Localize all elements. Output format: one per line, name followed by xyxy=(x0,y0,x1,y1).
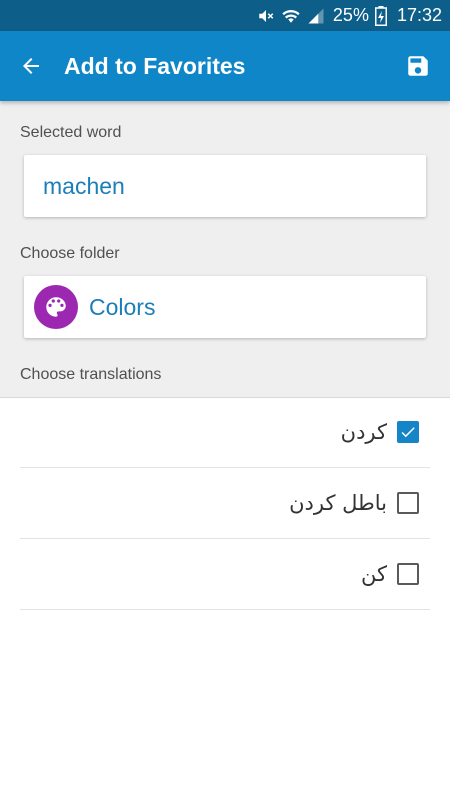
translation-text: کن xyxy=(361,562,387,586)
selected-word-input[interactable] xyxy=(24,171,415,201)
page-title: Add to Favorites xyxy=(64,52,246,79)
checkbox[interactable] xyxy=(397,492,419,514)
battery-percent: 25% xyxy=(332,5,369,25)
selected-word-card xyxy=(24,155,426,217)
checkbox[interactable] xyxy=(397,563,419,585)
selected-word-label: Selected word xyxy=(20,124,122,141)
save-button[interactable] xyxy=(403,51,433,81)
muted-icon xyxy=(257,7,275,25)
battery-charging-icon xyxy=(374,5,387,26)
word-details-panel: Selected word Choose folder Colors Choos… xyxy=(0,101,450,398)
back-button[interactable] xyxy=(16,51,46,81)
signal-icon xyxy=(307,7,325,25)
translations-list: کردن باطل کردن کن xyxy=(0,397,450,610)
translation-text: باطل کردن xyxy=(289,491,387,515)
choose-folder-label: Choose folder xyxy=(20,245,120,262)
translation-item[interactable]: باطل کردن xyxy=(20,468,430,539)
checkmark-icon xyxy=(401,427,415,438)
clock: 17:32 xyxy=(396,5,442,25)
translation-item[interactable]: کردن xyxy=(20,397,430,468)
folder-name: Colors xyxy=(89,293,156,320)
checkbox-checked[interactable] xyxy=(397,421,419,443)
save-icon xyxy=(408,56,428,76)
app-bar: Add to Favorites xyxy=(0,31,450,101)
translation-item[interactable]: کن xyxy=(20,539,430,610)
folder-selector[interactable]: Colors xyxy=(24,276,426,338)
status-bar: 25% 17:32 xyxy=(0,0,450,31)
palette-icon xyxy=(34,285,78,329)
arrow-back-icon xyxy=(23,58,39,74)
choose-translations-label: Choose translations xyxy=(20,366,162,383)
translation-text: کردن xyxy=(340,420,387,444)
wifi-icon xyxy=(281,7,301,25)
